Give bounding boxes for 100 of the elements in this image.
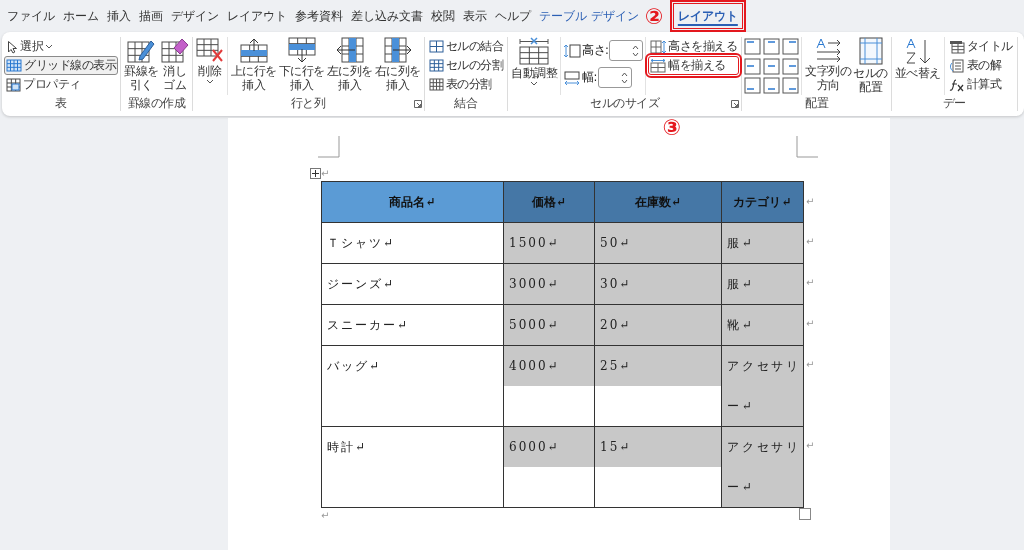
split-table-icon [428,78,444,91]
ribbon-button[interactable]: セルの結合 [426,37,505,56]
grid-icon [6,59,22,72]
ribbon-button[interactable]: 上に行を挿入 [229,37,278,95]
spin-field[interactable] [597,67,632,88]
ribbon-button[interactable]: 左に列を挿入 [325,37,374,95]
align-button[interactable] [782,77,800,95]
spin-arrows-icon [620,70,628,85]
table-cell-text: ジーンズ↵ [326,276,397,293]
repeat-header-icon [948,39,965,54]
table-cell-text: バッグ↵ [326,358,383,375]
ribbon-button[interactable]: 選択 [4,37,118,56]
insert-row-below-icon [287,37,316,63]
ribbon-button[interactable]: プロパティ [4,75,118,94]
row-height-icon [563,42,581,59]
margin-corner-mark [796,136,818,158]
align-button[interactable] [744,38,762,55]
field-label: 幅: [582,68,597,86]
ribbon-tab[interactable]: デザイン [167,4,223,28]
row-end-mark: ↵ [806,195,815,209]
group-label: 表 [54,95,68,111]
column-width-icon [563,69,581,86]
align-button[interactable] [763,38,781,55]
convert-icon [948,58,965,73]
distribute-rows-icon [650,39,667,54]
ribbon-button[interactable]: タイトル [946,37,1015,56]
ribbon-tab[interactable]: 参考資料 [291,4,347,28]
ribbon-button[interactable]: グリッド線の表示 [4,56,118,75]
table-cell: 25↵ [595,346,721,386]
align-button[interactable] [744,57,762,75]
ribbon-button[interactable]: 表の分割 [426,75,505,94]
paragraph-mark: ↵ [321,167,330,181]
row-end-mark: ↵ [806,318,815,329]
ribbon-button[interactable]: 下に行を挿入 [277,37,326,95]
caret-icon [530,80,538,87]
table-cell: 靴↵ [722,305,803,345]
table-cell-text: Ｔシャツ↵ [326,235,397,252]
table-cell: 服↵ [722,264,803,304]
field-label: 高さ: [582,41,609,59]
table-cell: 15↵ [595,427,721,467]
distribute-columns-icon [650,58,667,73]
table-cell: 30↵ [595,264,721,304]
table-cell-text: 時計↵ [326,439,369,456]
table-cell: 5000↵ [504,305,594,345]
ribbon-tab[interactable]: ヘルプ [491,4,535,28]
caret-icon [45,43,53,50]
eraser-icon [160,37,189,63]
ribbon-tab[interactable]: ホーム [59,4,103,28]
table-cell: アクセサリー↵ [722,346,803,426]
insert-column-left-icon [335,37,364,63]
ribbon-button[interactable]: 表の解 [946,56,1015,75]
ribbon-button[interactable]: 幅を揃える [648,56,740,75]
align-button[interactable] [763,57,781,75]
spin-field[interactable] [609,40,644,61]
ribbon-tab[interactable]: 差し込み文書 [347,4,427,28]
table-cell: アクセサリー↵ [722,427,803,507]
split-cells-icon [428,59,444,72]
table-cell: 50↵ [595,223,721,263]
table-cell-text: スニーカー↵ [326,317,411,334]
cursor-icon [6,39,18,54]
header-cell: 商品名↵ [321,181,504,223]
caret-icon [205,78,214,85]
align-button[interactable] [763,77,781,95]
group-label: 配置 [804,95,830,111]
table-cell: 4000↵ [504,346,594,386]
delete-table-icon [195,37,224,63]
ribbon-tab[interactable]: ファイル [3,4,59,28]
row-end-mark: ↵ [806,236,815,247]
ribbon-tab[interactable]: 表示 [459,4,491,28]
ribbon-tab[interactable]: 校閲 [427,4,459,28]
callout-number: ② [644,6,664,28]
group-label: 罫線の作成 [126,95,187,111]
cell-margins-icon [857,37,884,65]
ribbon-button[interactable]: セルの配置 [852,37,889,95]
table-cell: 3000↵ [504,264,594,304]
formula-icon [948,77,965,92]
ribbon-tab[interactable]: レイアウト [223,4,291,28]
align-button[interactable] [782,57,800,75]
table-properties-icon [6,77,21,92]
header-cell: カテゴリ↵ [721,181,804,223]
ribbon-button[interactable]: 高さを揃える [648,37,740,56]
ribbon-button[interactable]: 並べ替え [893,37,942,95]
ribbon-button[interactable]: 自動調整 [510,37,558,95]
ribbon-button[interactable]: セルの分割 [426,56,505,75]
ribbon-button[interactable]: 右に列を挿入 [373,37,422,95]
align-button[interactable] [744,77,762,95]
ribbon-tab[interactable]: 挿入 [103,4,135,28]
ribbon-tab[interactable]: テーブル デザイン [535,4,643,28]
group-label: 結合 [453,95,479,111]
ribbon-button[interactable]: 文字列の方向 [804,37,853,95]
align-button[interactable] [782,38,800,55]
ribbon-tab[interactable]: レイアウト [672,3,743,29]
table-cell: 6000↵ [504,427,594,467]
ribbon-button[interactable]: 削除 [194,37,225,95]
ribbon-tab[interactable]: 描画 [135,4,167,28]
ribbon-button[interactable]: 罫線を引く [123,37,160,95]
ribbon-button[interactable]: 計算式 [946,75,1015,94]
ribbon-button[interactable]: 消しゴム [159,37,190,95]
group-label: デー [941,95,967,111]
autofit-icon [518,37,550,65]
